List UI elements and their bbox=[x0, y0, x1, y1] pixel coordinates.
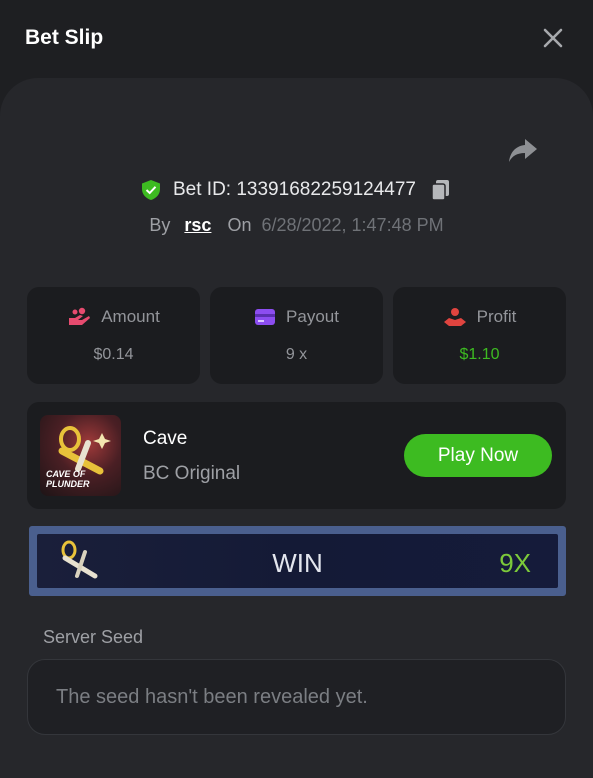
bet-id: Bet ID: 13391682259124477 bbox=[173, 179, 416, 200]
bet-date: 6/28/2022, 1:47:48 PM bbox=[261, 214, 444, 235]
verified-shield-icon bbox=[142, 180, 160, 200]
header: Bet Slip bbox=[0, 0, 593, 78]
by-label: By bbox=[149, 214, 171, 235]
amount-icon bbox=[69, 307, 91, 325]
copy-icon[interactable] bbox=[430, 179, 452, 201]
share-icon[interactable] bbox=[507, 135, 539, 165]
server-seed-field[interactable]: The seed hasn't been revealed yet. bbox=[27, 659, 566, 735]
result-banner: WIN 9X bbox=[29, 526, 566, 596]
game-card: CAVE OF PLUNDER Cave BC Original Play No… bbox=[27, 402, 566, 509]
amount-label: Amount bbox=[101, 307, 160, 326]
server-seed-value: The seed hasn't been revealed yet. bbox=[56, 686, 368, 708]
result-multiplier: 9X bbox=[499, 548, 531, 578]
payout-icon bbox=[255, 309, 276, 325]
bet-id-row: Bet ID: 13391682259124477 bbox=[0, 176, 593, 204]
server-seed-label: Server Seed bbox=[43, 627, 144, 647]
result-banner-inner: WIN 9X bbox=[37, 534, 558, 588]
payout-card: Payout 9 x bbox=[210, 287, 383, 384]
game-thumbnail[interactable]: CAVE OF PLUNDER bbox=[40, 415, 121, 496]
play-now-button[interactable]: Play Now bbox=[404, 434, 552, 477]
close-icon[interactable] bbox=[541, 26, 565, 50]
profit-value: $1.10 bbox=[459, 346, 500, 363]
payout-value: 9 x bbox=[285, 346, 308, 363]
profit-icon bbox=[443, 308, 466, 326]
profit-card: Profit $1.10 bbox=[393, 287, 566, 384]
amount-card: Amount $0.14 bbox=[27, 287, 200, 384]
game-name: Cave bbox=[143, 428, 188, 449]
on-label: On bbox=[227, 214, 252, 235]
result-label: WIN bbox=[272, 548, 323, 578]
thumbnail-caption: CAVE OF PLUNDER bbox=[46, 469, 90, 489]
bet-meta-row: By rsc On 6/28/2022, 1:47:48 PM bbox=[0, 212, 593, 238]
game-category: BC Original bbox=[143, 463, 241, 484]
page-title: Bet Slip bbox=[25, 26, 104, 49]
profit-label: Profit bbox=[476, 307, 517, 326]
payout-label: Payout bbox=[286, 307, 339, 326]
amount-value: $0.14 bbox=[93, 346, 134, 363]
user-link[interactable]: rsc bbox=[184, 215, 211, 236]
